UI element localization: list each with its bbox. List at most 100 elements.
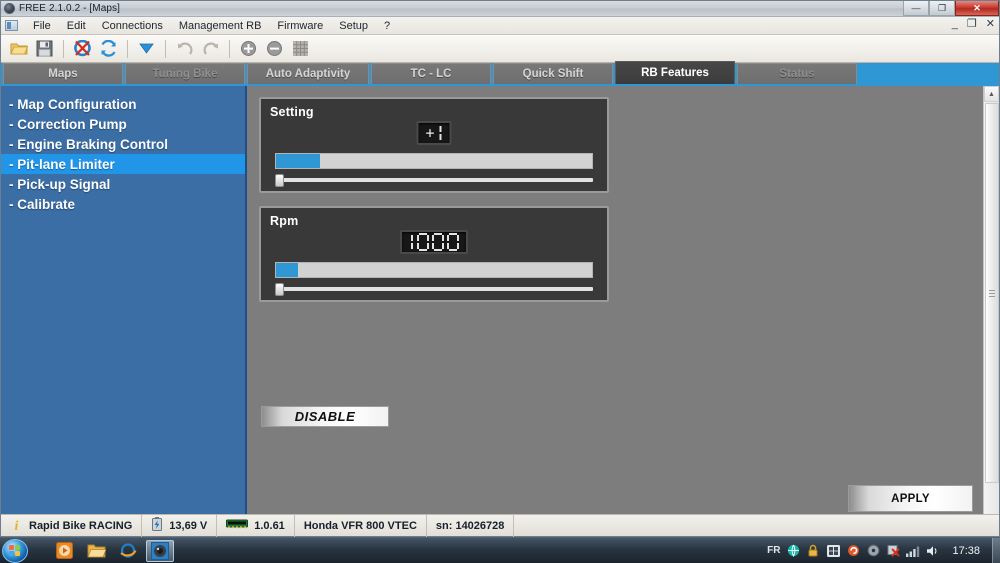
toolbar-separator <box>165 39 166 58</box>
setting-panel-title: Setting <box>270 105 314 119</box>
scrollbar-thumb[interactable] <box>985 103 999 483</box>
rpm-slider[interactable] <box>275 283 593 296</box>
seven-segment-digit <box>438 124 443 142</box>
tab-strip: Maps Tuning Bike Auto Adaptivity TC - LC… <box>1 61 999 86</box>
internet-explorer-icon[interactable] <box>114 540 142 562</box>
minimize-button[interactable]: — <box>903 1 929 16</box>
tab-tuning-bike[interactable]: Tuning Bike <box>125 63 245 84</box>
close-button[interactable]: ✕ <box>955 1 999 16</box>
menu-item-edit[interactable]: Edit <box>59 18 94 34</box>
setting-slider[interactable] <box>275 174 593 187</box>
network-globe-icon[interactable] <box>786 544 800 558</box>
mdi-minimize-button[interactable]: _ <box>952 18 958 30</box>
apply-button[interactable]: APPLY <box>848 485 973 512</box>
seven-segment-digit <box>409 233 414 251</box>
content-pane: Setting + +1 <box>247 86 999 536</box>
title-bar: FREE 2.1.0.2 - [Maps] — ❐ ✕ <box>1 1 999 17</box>
menu-item-firmware[interactable]: Firmware <box>269 18 331 34</box>
sidebar-item-pick-up-signal[interactable]: - Pick-up Signal <box>1 174 245 194</box>
taskbar-apps <box>50 539 174 562</box>
toolbar <box>1 35 999 63</box>
status-voltage-cell: 13,69 V <box>142 514 218 537</box>
sidebar-item-correction-pump[interactable]: - Correction Pump <box>1 114 245 134</box>
volume-icon[interactable] <box>926 544 940 558</box>
setting-meter-fill <box>276 154 321 168</box>
grid-icon[interactable] <box>290 38 311 59</box>
vertical-scrollbar[interactable]: ▲ ▼ <box>983 86 999 536</box>
memory-module-icon <box>226 518 249 533</box>
file-explorer-icon[interactable] <box>82 540 110 562</box>
start-orb-icon[interactable] <box>2 538 28 563</box>
toolbar-separator <box>127 39 128 58</box>
language-indicator[interactable]: FR <box>767 545 780 556</box>
zoom-in-icon[interactable] <box>238 38 259 59</box>
maximize-button[interactable]: ❐ <box>929 1 955 16</box>
tab-quick-shift[interactable]: Quick Shift <box>493 63 613 84</box>
security-lock-icon[interactable] <box>806 544 820 558</box>
setting-value-display[interactable]: + +1 <box>416 121 452 145</box>
scrollbar-grip-icon <box>989 289 995 297</box>
rapid-bike-app-icon[interactable] <box>146 539 174 562</box>
taskbar-clock[interactable]: 17:38 <box>946 545 988 557</box>
app-logo-icon <box>4 3 15 14</box>
status-firmware-version: 1.0.61 <box>254 519 285 532</box>
zoom-out-icon[interactable] <box>264 38 285 59</box>
sidebar-item-engine-braking-control[interactable]: - Engine Braking Control <box>1 134 245 154</box>
show-desktop-button[interactable] <box>992 537 1000 563</box>
open-folder-icon[interactable] <box>8 38 29 59</box>
windows-flag-icon[interactable] <box>826 544 840 558</box>
mdi-window-controls: _ ❐ ✕ <box>952 18 995 30</box>
status-vehicle-cell: Honda VFR 800 VTEC <box>295 514 427 537</box>
setting-value-segments: + <box>425 124 442 142</box>
menu-item-connections[interactable]: Connections <box>94 18 171 34</box>
setting-slider-thumb[interactable] <box>275 174 284 187</box>
rpm-value-display[interactable]: 1000 <box>400 230 468 254</box>
scroll-up-button[interactable]: ▲ <box>984 86 999 102</box>
disable-button[interactable]: DISABLE <box>261 406 389 427</box>
rpm-slider-track <box>275 287 593 291</box>
disconnect-icon[interactable] <box>72 38 93 59</box>
toolbar-separator <box>63 39 64 58</box>
rpm-panel: Rpm <box>259 206 609 302</box>
sidebar-menu: - Map Configuration - Correction Pump - … <box>1 86 247 536</box>
setting-panel: Setting + +1 <box>259 97 609 193</box>
redo-icon[interactable] <box>200 38 221 59</box>
screen: FREE 2.1.0.2 - [Maps] — ❐ ✕ File Edit Co… <box>0 0 1000 563</box>
tab-rb-features[interactable]: RB Features <box>615 61 735 84</box>
seven-segment-digit <box>417 233 429 251</box>
sidebar-item-calibrate[interactable]: - Calibrate <box>1 194 245 214</box>
tab-maps[interactable]: Maps <box>3 63 123 84</box>
sidebar-item-map-configuration[interactable]: - Map Configuration <box>1 94 245 114</box>
rpm-slider-thumb[interactable] <box>275 283 284 296</box>
plus-sign-icon: + <box>425 124 435 142</box>
undo-icon[interactable] <box>174 38 195 59</box>
sidebar-item-pit-lane-limiter[interactable]: - Pit-lane Limiter <box>1 154 245 174</box>
disc-icon[interactable] <box>866 544 880 558</box>
connect-sync-icon[interactable] <box>98 38 119 59</box>
menu-item-help[interactable]: ? <box>376 18 398 34</box>
tab-tc-lc[interactable]: TC - LC <box>371 63 491 84</box>
update-icon[interactable] <box>846 544 860 558</box>
menu-item-management-rb[interactable]: Management RB <box>171 18 270 34</box>
antivirus-alert-icon[interactable] <box>886 544 900 558</box>
status-bar: i Rapid Bike RACING 13,69 V 1.0.61 Honda… <box>1 514 999 537</box>
mdi-restore-button[interactable]: ❐ <box>967 18 977 30</box>
rpm-value-segments <box>409 233 459 251</box>
battery-icon <box>151 516 163 535</box>
seven-segment-digit <box>432 233 444 251</box>
menu-item-setup[interactable]: Setup <box>331 18 376 34</box>
download-icon[interactable] <box>136 38 157 59</box>
setting-meter-bar <box>275 153 593 169</box>
tab-auto-adaptivity[interactable]: Auto Adaptivity <box>247 63 369 84</box>
status-voltage: 13,69 V <box>169 519 208 532</box>
mdi-document-icon <box>5 20 18 31</box>
windows-flag-icon <box>9 544 21 557</box>
media-player-icon[interactable] <box>50 540 78 562</box>
signal-bars-icon[interactable] <box>906 544 920 558</box>
mdi-close-button[interactable]: ✕ <box>986 18 995 30</box>
tab-status[interactable]: Status <box>737 63 857 84</box>
menu-item-file[interactable]: File <box>25 18 59 34</box>
status-firmware-cell: 1.0.61 <box>217 514 295 537</box>
save-icon[interactable] <box>34 38 55 59</box>
application-window: FREE 2.1.0.2 - [Maps] — ❐ ✕ File Edit Co… <box>0 0 1000 537</box>
